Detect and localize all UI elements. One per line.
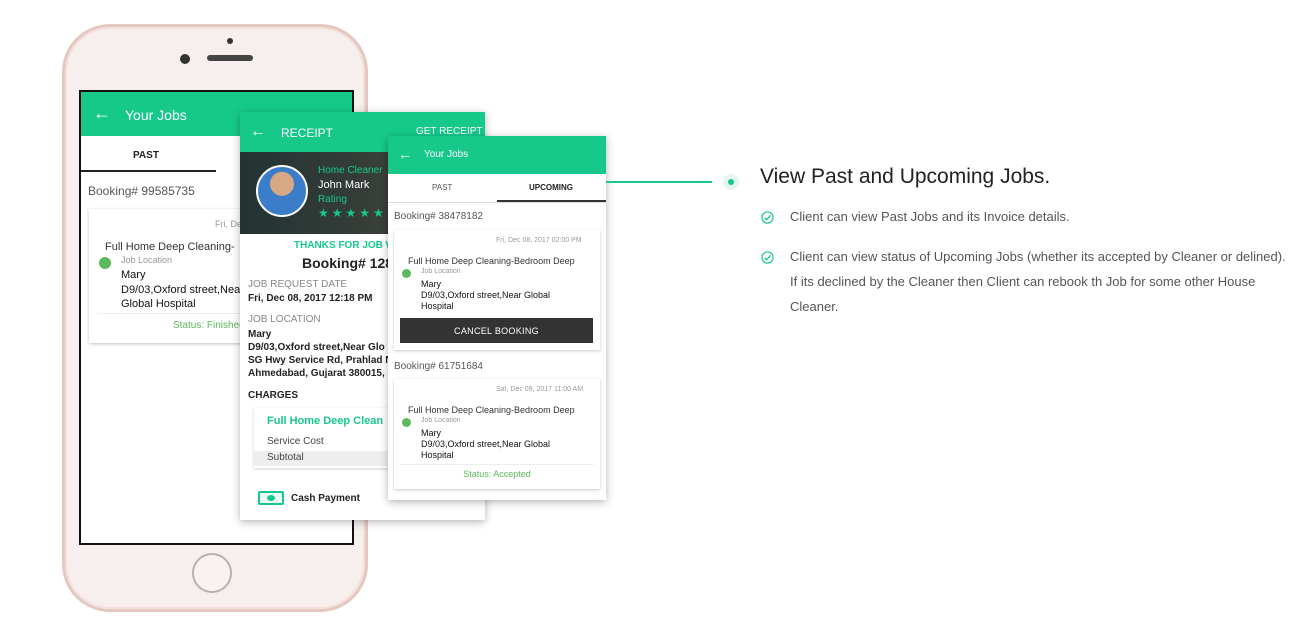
back-arrow-icon[interactable]: ← (398, 146, 412, 162)
charge-service: Full Home Deep Clean (267, 415, 384, 427)
cash-icon (258, 491, 284, 505)
cleaner-name: John Mark (318, 179, 370, 191)
receipt-title: RECEIPT (281, 126, 334, 140)
job-service: Full Home Deep Cleaning-Bedroom Deep (408, 405, 575, 415)
job-address: D9/03,Oxford street,Near Global Hospital (421, 439, 551, 460)
job-date: Sat, Dec 09, 2017 11:00 AM (496, 386, 584, 393)
job-status: Status: Finished (173, 320, 245, 331)
booking-number: Booking# 38478182 (394, 211, 483, 222)
phone-sensor (227, 38, 233, 44)
client-name: Mary (421, 279, 441, 289)
payment-method: Cash Payment (291, 493, 360, 504)
phone-speaker (207, 55, 253, 61)
location-label: JOB LOCATION (248, 314, 321, 325)
booking-number: Booking# 61751684 (394, 361, 483, 372)
check-circle-icon (761, 211, 774, 224)
subtotal-label: Subtotal (267, 452, 304, 463)
location-dot-icon (402, 418, 411, 427)
job-service: Full Home Deep Cleaning-Bedroom Deep (408, 256, 575, 266)
thanks-message: THANKS FOR JOB W (294, 240, 396, 251)
job-address: D9/03,Oxford street,Near Global Hospital (421, 290, 551, 311)
upcoming-tab-bar: PAST UPCOMING (388, 174, 606, 202)
tab-past[interactable]: PAST (432, 183, 452, 192)
tab-past[interactable]: PAST (133, 150, 159, 161)
phone-camera (180, 54, 190, 64)
client-name: Mary (421, 428, 441, 438)
cancel-booking-button[interactable]: CANCEL BOOKING (400, 318, 593, 343)
divider (400, 464, 594, 465)
location-line: Ahmedabad, Gujarat 380015, (248, 368, 385, 379)
rating-label: Rating (318, 194, 347, 205)
job-date: Fri, Dec 08, 2017 02:00 PM (496, 237, 582, 244)
receipt-booking-number: Booking# 1286 (302, 255, 401, 271)
job-card[interactable]: Sat, Dec 09, 2017 11:00 AM Full Home Dee… (394, 379, 600, 489)
divider (388, 202, 606, 203)
upcoming-app-bar: ← Your Jobs (388, 136, 606, 174)
location-dot-icon (402, 269, 411, 278)
feature-point: Client can view status of Upcoming Jobs … (790, 249, 1286, 314)
bullet-icon (723, 174, 739, 190)
upcoming-jobs-screen: ← Your Jobs PAST UPCOMING Booking# 38478… (388, 136, 606, 500)
feature-point: Client can view Past Jobs and its Invoic… (790, 209, 1070, 224)
back-arrow-icon[interactable]: ← (93, 103, 111, 124)
location-details: Mary D9/03,Oxford street,Near Glo SG Hwy… (248, 328, 393, 380)
request-date-label: JOB REQUEST DATE (248, 279, 348, 290)
avatar (256, 165, 308, 217)
job-status: Status: Accepted (463, 469, 531, 479)
job-location-label: Job Location (421, 268, 461, 275)
tab-indicator (81, 170, 216, 172)
location-line: D9/03,Oxford street,Near Glo (248, 342, 385, 353)
connector-line (606, 181, 712, 183)
client-name: Mary (121, 269, 146, 281)
request-date: Fri, Dec 08, 2017 12:18 PM (248, 293, 373, 304)
check-circle-icon (761, 251, 774, 264)
location-dot-icon (99, 257, 111, 269)
job-card[interactable]: Fri, Dec 08, 2017 02:00 PM Full Home Dee… (394, 230, 600, 350)
feature-heading: View Past and Upcoming Jobs. (760, 165, 1051, 188)
service-cost-label: Service Cost (267, 436, 324, 447)
screen-title: Your Jobs (125, 107, 187, 123)
upcoming-title: Your Jobs (424, 149, 469, 160)
phone-home-button (192, 553, 232, 593)
job-service: Full Home Deep Cleaning- (105, 241, 235, 253)
job-location-label: Job Location (121, 255, 173, 265)
charges-label: CHARGES (248, 390, 299, 401)
booking-number: Booking# 99585735 (88, 184, 195, 198)
location-line: SG Hwy Service Rd, Prahlad N (248, 355, 393, 366)
back-arrow-icon[interactable]: ← (250, 123, 266, 141)
tab-upcoming[interactable]: UPCOMING (529, 183, 573, 192)
star-icon: ★★★★★ (318, 206, 387, 220)
job-location-label: Job Location (421, 417, 461, 424)
location-line: Mary (248, 329, 272, 340)
cleaner-role: Home Cleaner (318, 165, 383, 176)
